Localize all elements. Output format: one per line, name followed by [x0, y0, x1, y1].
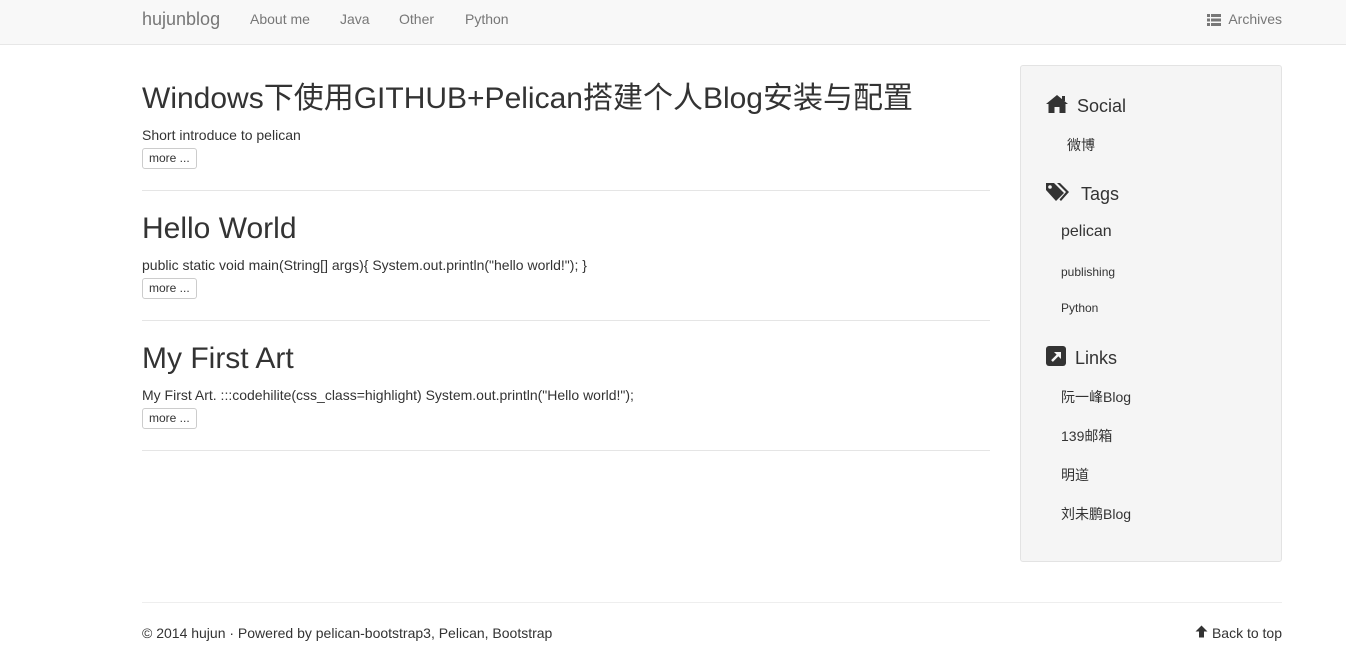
article-title-link[interactable]: My First Art	[142, 342, 294, 375]
social-heading-label: Social	[1077, 96, 1127, 116]
more-button[interactable]: more ...	[142, 408, 197, 429]
article-title-link[interactable]: Windows下使用GITHUB+Pelican搭建个人Blog安装与配置	[142, 82, 913, 115]
link-mingdao[interactable]: 明道	[1061, 465, 1089, 485]
article-summary: public static void main(String[] args){ …	[142, 257, 587, 273]
home-icon	[1045, 94, 1069, 119]
link-liuweipeng-blog[interactable]: 刘未鹏Blog	[1061, 504, 1131, 524]
tag-link-pelican[interactable]: pelican	[1061, 223, 1112, 241]
arrow-up-icon	[1195, 625, 1208, 641]
links-heading-label: Links	[1075, 348, 1118, 368]
navbar: hujunblog About me Java Other Python Arc…	[0, 0, 1346, 45]
tags-heading: Tags	[1045, 181, 1119, 208]
tags-heading-label: Tags	[1081, 184, 1120, 204]
article-item: My First Art My First Art. :::codehilite…	[142, 341, 990, 451]
link-139-mail[interactable]: 139邮箱	[1061, 426, 1112, 446]
article-summary: Short introduce to pelican	[142, 127, 301, 143]
nav-item-other[interactable]: Other	[399, 11, 434, 27]
sidebar: Social 微博 Tags pelican publishing Python…	[1020, 65, 1282, 562]
nav-item-about-me[interactable]: About me	[250, 11, 310, 27]
archives-link[interactable]: Archives	[1207, 11, 1282, 27]
article-summary: My First Art. :::codehilite(css_class=hi…	[142, 387, 634, 403]
article-item: Hello World public static void main(Stri…	[142, 211, 990, 321]
nav-item-python[interactable]: Python	[465, 11, 509, 27]
links-heading: Links	[1045, 346, 1117, 371]
article-title-link[interactable]: Hello World	[142, 212, 297, 245]
social-heading: Social	[1045, 94, 1126, 119]
footer-divider	[142, 602, 1282, 603]
tag-link-publishing[interactable]: publishing	[1061, 265, 1115, 279]
tag-link-python[interactable]: Python	[1061, 301, 1098, 315]
list-icon	[1207, 13, 1222, 26]
social-link-weibo[interactable]: 微博	[1067, 135, 1095, 155]
link-ruanyifeng-blog[interactable]: 阮一峰Blog	[1061, 387, 1131, 407]
article-item: Windows下使用GITHUB+Pelican搭建个人Blog安装与配置 Sh…	[142, 81, 990, 191]
tags-icon	[1045, 181, 1073, 208]
archives-label: Archives	[1228, 11, 1282, 27]
brand-link[interactable]: hujunblog	[142, 9, 220, 30]
back-to-top-label: Back to top	[1211, 625, 1282, 641]
article-list: Windows下使用GITHUB+Pelican搭建个人Blog安装与配置 Sh…	[142, 65, 990, 471]
more-button[interactable]: more ...	[142, 278, 197, 299]
footer-copyright: © 2014 hujun · Powered by pelican-bootst…	[142, 625, 553, 641]
back-to-top-link[interactable]: Back to top	[1195, 625, 1282, 641]
more-button[interactable]: more ...	[142, 148, 197, 169]
external-link-icon	[1045, 346, 1067, 371]
nav-item-java[interactable]: Java	[340, 11, 370, 27]
